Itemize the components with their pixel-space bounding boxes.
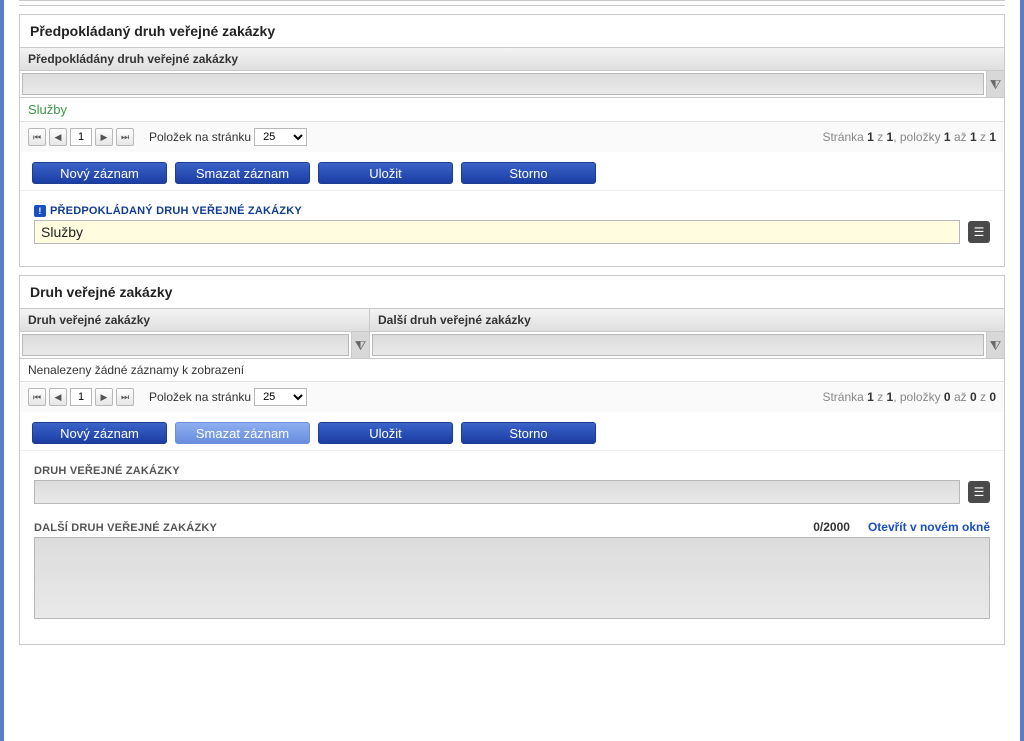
delete-record-button: Smazat záznam (175, 422, 310, 444)
field-label: DALŠÍ DRUH VEŘEJNÉ ZAKÁZKY (34, 522, 217, 534)
panel-contract-type: Druh veřejné zakázky Druh veřejné zakázk… (19, 275, 1005, 645)
grid-filter-button-1[interactable]: ⧨ (351, 332, 369, 358)
grid-filter-input[interactable] (22, 73, 984, 95)
form-area: ! PŘEDPOKLÁDANÝ DRUH VEŘEJNÉ ZAKÁZKY ☰ (20, 190, 1004, 266)
save-button[interactable]: Uložit (318, 162, 453, 184)
cancel-button[interactable]: Storno (461, 162, 596, 184)
required-icon: ! (34, 205, 46, 217)
form-area: DRUH VEŘEJNÉ ZAKÁZKY ☰ DALŠÍ DRUH VEŘEJN… (20, 450, 1004, 644)
grid-header: Předpokládány druh veřejné zakázky (20, 47, 1004, 71)
new-record-button[interactable]: Nový záznam (32, 422, 167, 444)
pager-prev-button[interactable]: ◀ (49, 128, 67, 146)
new-record-button[interactable]: Nový záznam (32, 162, 167, 184)
funnel-icon: ⧨ (990, 339, 1002, 352)
top-separator (19, 0, 1005, 6)
pager-page-input[interactable] (70, 128, 92, 146)
pager-size-label: Položek na stránku (149, 390, 251, 404)
panel-title: Předpokládaný druh veřejné zakázky (20, 15, 1004, 47)
pager: ⏮ ◀ ▶ ⏭ Položek na stránku 25 Stránka 1 … (20, 121, 1004, 152)
field-label-text: PŘEDPOKLÁDANÝ DRUH VEŘEJNÉ ZAKÁZKY (50, 205, 302, 217)
grid-col-header[interactable]: Předpokládány druh veřejné zakázky (20, 48, 1004, 70)
pager-info: Stránka 1 z 1, položky 1 až 1 z 1 (822, 130, 996, 144)
toolbar: Nový záznam Smazat záznam Uložit Storno (20, 412, 1004, 450)
pager-page-input[interactable] (70, 388, 92, 406)
funnel-icon: ⧨ (355, 339, 367, 352)
picker-button[interactable]: ☰ (968, 481, 990, 503)
app-frame: Předpokládaný druh veřejné zakázky Předp… (0, 0, 1024, 741)
panel-title: Druh veřejné zakázky (20, 276, 1004, 308)
pager-first-button[interactable]: ⏮ (28, 128, 46, 146)
field-label: ! PŘEDPOKLÁDANÝ DRUH VEŘEJNÉ ZAKÁZKY (34, 205, 990, 217)
grid-col-header[interactable]: Další druh veřejné zakázky (370, 309, 1004, 331)
char-counter: 0/2000 (813, 520, 850, 534)
panel-expected-type: Předpokládaný druh veřejné zakázky Předp… (19, 14, 1005, 267)
grid-row[interactable]: Služby (20, 98, 1004, 121)
pager-size-label: Položek na stránku (149, 130, 251, 144)
pager-size-select[interactable]: 25 (254, 388, 307, 406)
contract-type-input[interactable] (34, 480, 960, 504)
grid-filter-button-2[interactable]: ⧨ (986, 332, 1004, 358)
pager: ⏮ ◀ ▶ ⏭ Položek na stránku 25 Stránka 1 … (20, 381, 1004, 412)
grid-filter-row: ⧨ (20, 71, 1004, 98)
picker-button[interactable]: ☰ (968, 221, 990, 243)
pager-next-button[interactable]: ▶ (95, 388, 113, 406)
pager-last-button[interactable]: ⏭ (116, 128, 134, 146)
pager-info: Stránka 1 z 1, položky 0 až 0 z 0 (822, 390, 996, 404)
pager-last-button[interactable]: ⏭ (116, 388, 134, 406)
grid-filter-input-1[interactable] (22, 334, 349, 356)
field-label: DRUH VEŘEJNÉ ZAKÁZKY (34, 465, 990, 477)
grid-filter-input-2[interactable] (372, 334, 984, 356)
pager-first-button[interactable]: ⏮ (28, 388, 46, 406)
other-type-textarea[interactable] (34, 537, 990, 619)
pager-prev-button[interactable]: ◀ (49, 388, 67, 406)
grid-filter-row: ⧨ ⧨ (20, 332, 1004, 359)
grid-header: Druh veřejné zakázky Další druh veřejné … (20, 308, 1004, 332)
toolbar: Nový záznam Smazat záznam Uložit Storno (20, 152, 1004, 190)
delete-record-button[interactable]: Smazat záznam (175, 162, 310, 184)
grid-empty-message: Nenalezeny žádné záznamy k zobrazení (20, 359, 1004, 381)
save-button[interactable]: Uložit (318, 422, 453, 444)
grid-col-header[interactable]: Druh veřejné zakázky (20, 309, 370, 331)
pager-next-button[interactable]: ▶ (95, 128, 113, 146)
pager-size-select[interactable]: 25 (254, 128, 307, 146)
open-new-window-link[interactable]: Otevřít v novém okně (868, 520, 990, 534)
cancel-button[interactable]: Storno (461, 422, 596, 444)
funnel-icon: ⧨ (990, 78, 1002, 91)
expected-type-input[interactable] (34, 220, 960, 244)
grid-filter-button[interactable]: ⧨ (986, 71, 1004, 97)
